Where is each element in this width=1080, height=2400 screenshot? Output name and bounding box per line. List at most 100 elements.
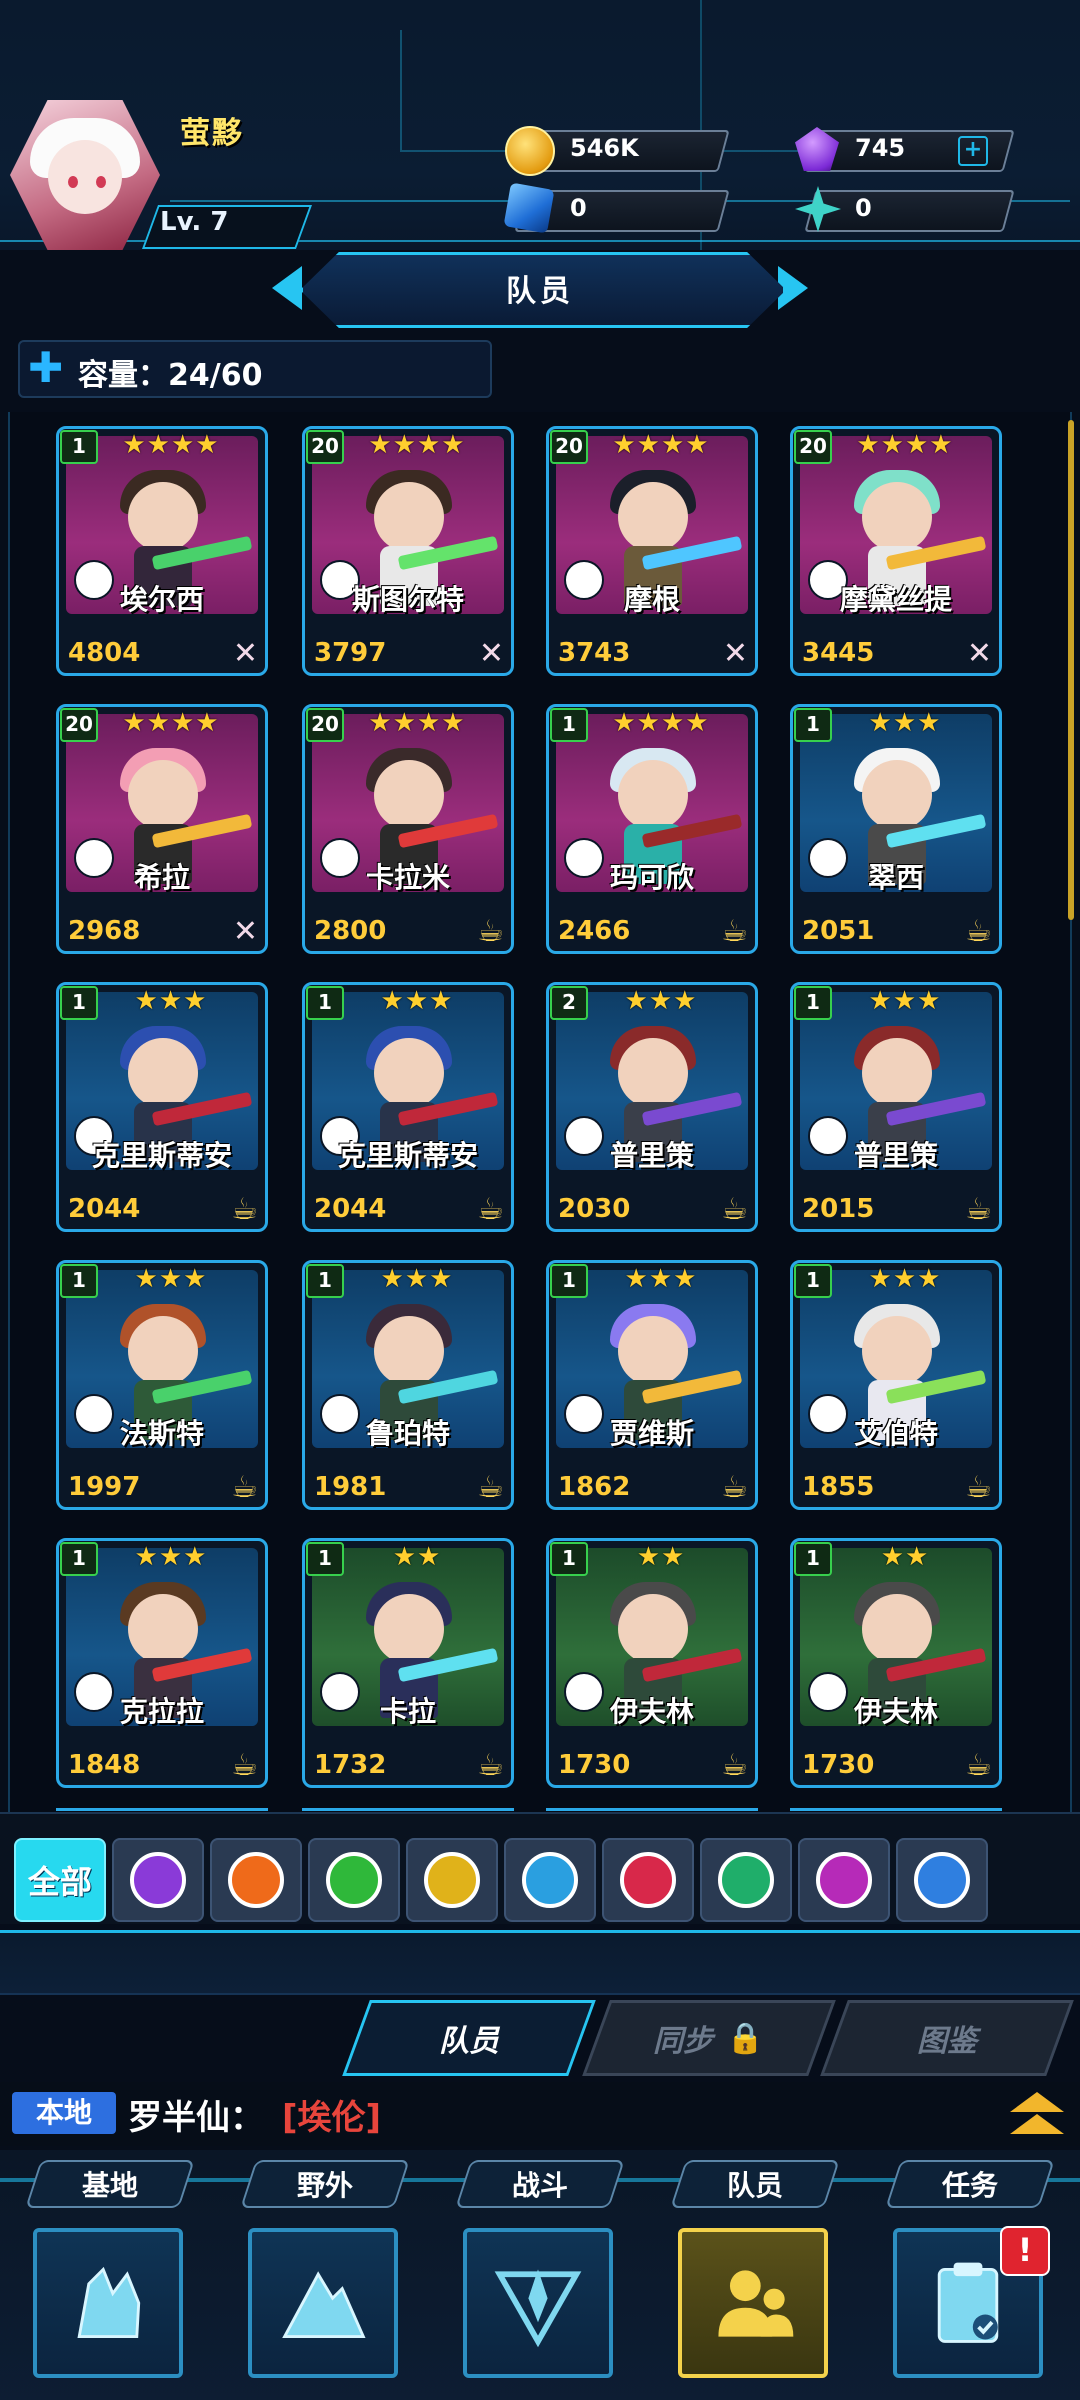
card-power: 1730 (558, 1750, 631, 1780)
filter-wrench-icon (718, 1852, 774, 1908)
tab-codex[interactable]: 图鉴 (820, 2000, 1074, 2076)
card-power: 2466 (558, 916, 631, 946)
member-card[interactable]: 1 ★★ ● 伊夫林 1730 ☕ (790, 1538, 1002, 1788)
filter-wrench-button[interactable] (700, 1838, 792, 1922)
card-power: 1848 (68, 1750, 141, 1780)
chat-message-link[interactable]: [埃伦] (282, 2090, 381, 2139)
card-name: 贾维斯 (609, 1417, 694, 1450)
member-card[interactable]: 1 ★★★★ △ 埃尔西 4804 ✕ (56, 426, 268, 676)
filter-rocket-button[interactable] (504, 1838, 596, 1922)
member-card[interactable]: 1 ★★★ ✖ 克拉拉 1848 ☕ (56, 1538, 268, 1788)
member-card[interactable]: 20 ★★★★ ◆ 摩黛丝提 3445 ✕ (790, 426, 1002, 676)
filter-pistol-button[interactable] (210, 1838, 302, 1922)
character-head (862, 1594, 932, 1664)
add-gems-button[interactable]: + (958, 136, 988, 166)
character-head (128, 1594, 198, 1664)
filter-all-button[interactable]: 全部 (14, 1838, 106, 1922)
nav-base-button[interactable] (33, 2228, 183, 2378)
card-level: 1 (306, 1542, 344, 1576)
member-card[interactable]: 1 ★★★ ● 克里斯蒂安 2044 ☕ (302, 982, 514, 1232)
resting-cup-icon: ☕ (477, 914, 504, 949)
card-name: 普里策 (609, 1139, 694, 1172)
tab-members[interactable]: 队员 (342, 2000, 596, 2076)
card-stars: ★★★★ (122, 430, 220, 460)
filter-gasmask-button[interactable] (896, 1838, 988, 1922)
member-card[interactable]: 20 ★★★★ ▬ 卡拉米 2800 ☕ (302, 704, 514, 954)
card-power: 3797 (314, 638, 387, 668)
card-level: 1 (794, 1542, 832, 1576)
nav-members-button[interactable] (678, 2228, 828, 2378)
filter-robot-button[interactable] (798, 1838, 890, 1922)
card-power: 1981 (314, 1472, 387, 1502)
avatar-face (48, 140, 122, 214)
member-card[interactable]: 1 ★★★ ● 克里斯蒂安 2044 ☕ (56, 982, 268, 1232)
nav-label-wild: 野外 (240, 2160, 410, 2208)
card-name: 法斯特 (119, 1417, 204, 1450)
card-stars: ★★★ (868, 708, 942, 738)
tab-sync[interactable]: 同步 🔒 (582, 2000, 836, 2076)
capacity-text: 容量：24/60 (78, 358, 263, 393)
card-name: 卡拉 (379, 1695, 436, 1728)
gem-amount: 745 (855, 134, 906, 162)
members-icon (718, 2270, 794, 2337)
card-name: 斯图尔特 (351, 583, 464, 616)
filter-shield-button[interactable] (112, 1838, 204, 1922)
card-power: 2800 (314, 916, 387, 946)
resting-cup-icon: ☕ (231, 1192, 258, 1227)
resting-cup-icon: ☕ (721, 914, 748, 949)
member-card[interactable]: 1 ★★★ ▮ 翠西 2051 ☕ (790, 704, 1002, 954)
card-level: 20 (60, 708, 98, 742)
character-head (618, 482, 688, 552)
chat-channel-tag: 本地 (12, 2092, 116, 2134)
resting-cup-icon: ☕ (721, 1748, 748, 1783)
card-level: 1 (60, 430, 98, 464)
banner-left-chevron-icon (272, 266, 302, 310)
lock-icon: 🔒 (727, 2020, 765, 2056)
mountain-icon (282, 2271, 366, 2339)
member-card[interactable]: 1 ★★ ● 伊夫林 1730 ☕ (546, 1538, 758, 1788)
filter-syringe-button[interactable] (308, 1838, 400, 1922)
expand-capacity-button[interactable]: ✚ (28, 347, 63, 389)
grid-scrollbar[interactable] (1068, 420, 1074, 920)
card-power: 4804 (68, 638, 141, 668)
filter-gasmask-icon (914, 1852, 970, 1908)
card-name: 克拉拉 (119, 1695, 204, 1728)
member-card[interactable]: 1 ★★★ △ 法斯特 1997 ☕ (56, 1260, 268, 1510)
resting-cup-icon: ☕ (477, 1470, 504, 1505)
member-card[interactable]: 1 ★★★ ◎ 普里策 2015 ☕ (790, 982, 1002, 1232)
card-stars: ★★ (636, 1542, 686, 1572)
member-card[interactable]: 20 ★★★★ ◆ 希拉 2968 ✕ (56, 704, 268, 954)
card-level: 1 (550, 708, 588, 742)
character-head (618, 1594, 688, 1664)
nav-label-tasks: 任务 (885, 2160, 1055, 2208)
member-card[interactable]: 20 ★★★★ ✚ 斯图尔特 3797 ✕ (302, 426, 514, 676)
character-head (374, 760, 444, 830)
card-stars: ★★ (392, 1542, 442, 1572)
nav-battle-button[interactable] (463, 2228, 613, 2378)
card-stars: ★★★★ (856, 430, 954, 460)
expand-chat-icon[interactable] (1010, 2088, 1064, 2138)
character-head (862, 1316, 932, 1386)
card-name: 伊夫林 (609, 1695, 694, 1728)
filter-cone-button[interactable] (406, 1838, 498, 1922)
unavailable-cross-icon: ✕ (232, 636, 258, 671)
character-head (128, 1038, 198, 1108)
resting-cup-icon: ☕ (721, 1470, 748, 1505)
member-card[interactable]: 1 ★★ ▮ 卡拉 1732 ☕ (302, 1538, 514, 1788)
nav-wild-button[interactable] (248, 2228, 398, 2378)
character-head (374, 482, 444, 552)
chat-speaker: 罗半仙： (128, 2098, 264, 2138)
member-card[interactable]: 2 ★★★ ◎ 普里策 2030 ☕ (546, 982, 758, 1232)
member-card[interactable]: 20 ★★★★ ▮ 摩根 3743 ✕ (546, 426, 758, 676)
card-stars: ★★★★ (368, 430, 466, 460)
nav-label-battle: 战斗 (455, 2160, 625, 2208)
member-card[interactable]: 1 ★★★★ ● 玛可欣 2466 ☕ (546, 704, 758, 954)
card-stars: ★★★★ (612, 430, 710, 460)
member-card[interactable]: 1 ★★★ ◆ 贾维斯 1862 ☕ (546, 1260, 758, 1510)
filter-rocket-icon (522, 1852, 578, 1908)
member-card[interactable]: 1 ★★★ ✚ 艾伯特 1855 ☕ (790, 1260, 1002, 1510)
card-stars: ★★★ (134, 1542, 208, 1572)
avatar-eye (96, 176, 106, 188)
filter-canister-button[interactable] (602, 1838, 694, 1922)
member-card[interactable]: 1 ★★★ ▲ 鲁珀特 1981 ☕ (302, 1260, 514, 1510)
